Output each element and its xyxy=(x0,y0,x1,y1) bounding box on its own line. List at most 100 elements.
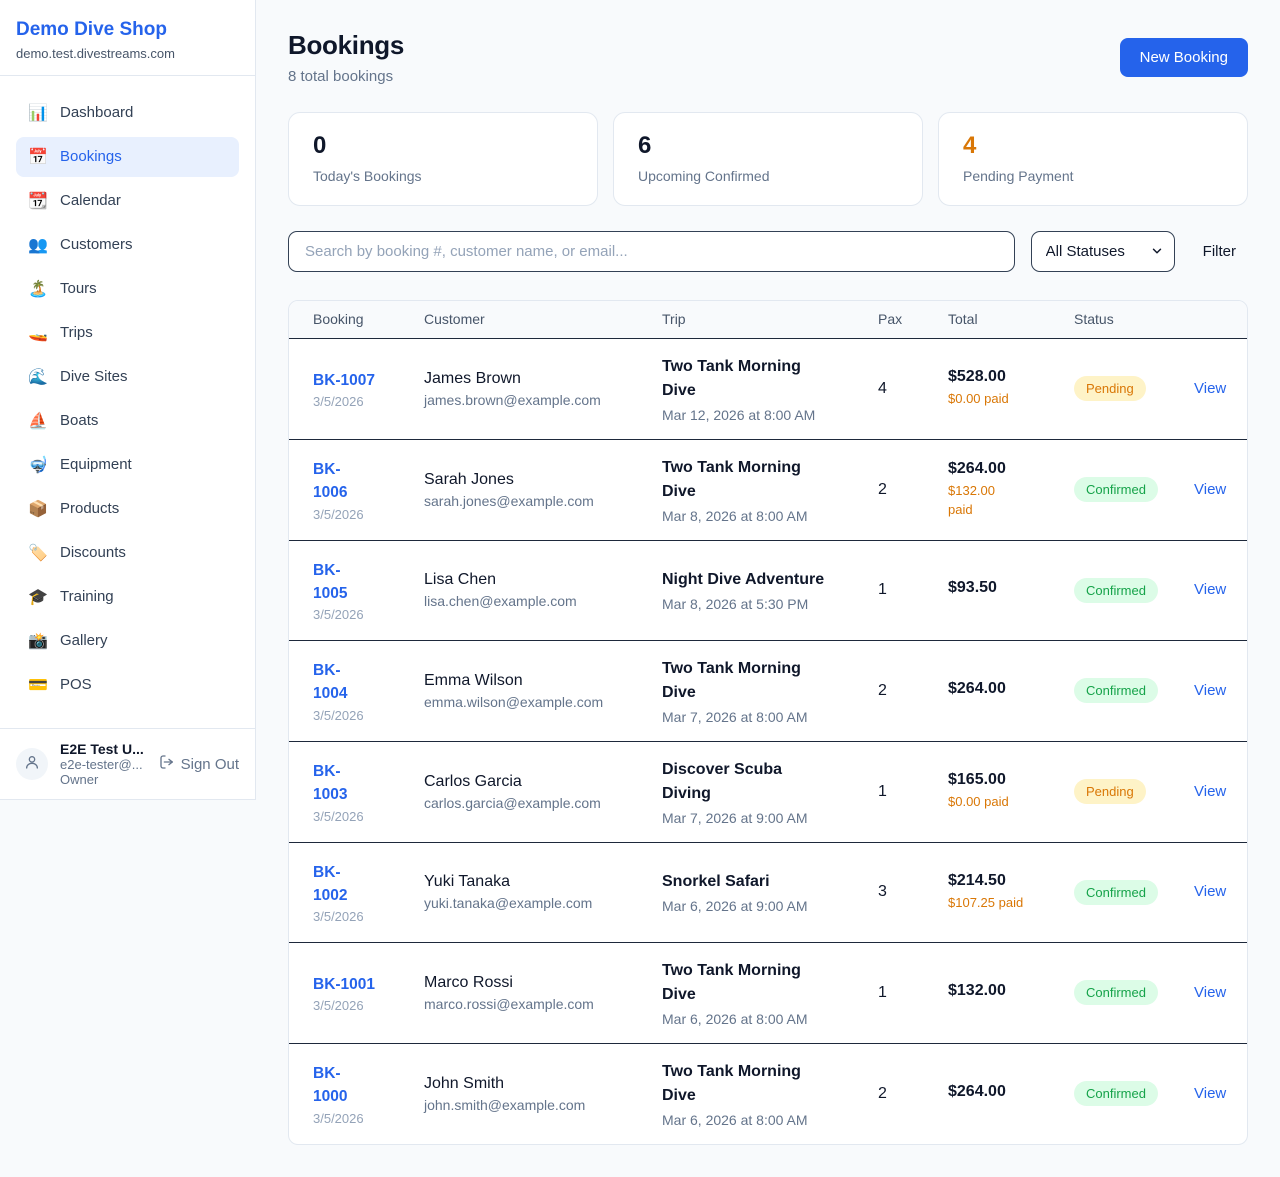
sidebar-item-pos[interactable]: 💳 POS xyxy=(16,665,239,705)
customer-email: emma.wilson@example.com xyxy=(424,694,662,710)
booking-id-link[interactable]: BK- 1004 xyxy=(313,659,347,706)
main-content: Bookings 8 total bookings New Booking 0 … xyxy=(256,0,1280,1177)
trip-name: Two Tank Morning Dive xyxy=(662,657,878,705)
total-cell: $214.50 $107.25 paid xyxy=(948,872,1074,913)
sidebar-item-trips[interactable]: 🚤 Trips xyxy=(16,313,239,353)
pax-cell: 3 xyxy=(878,883,948,901)
nav-icon: 📸 xyxy=(28,631,48,651)
nav-icon: 🤿 xyxy=(28,455,48,475)
sidebar-item-calendar[interactable]: 📆 Calendar xyxy=(16,181,239,221)
booking-id-link[interactable]: BK- 1003 xyxy=(313,760,347,807)
actions-cell: View xyxy=(1194,883,1223,901)
customer-name: John Smith xyxy=(424,1075,662,1093)
sidebar-item-label: Bookings xyxy=(60,148,122,165)
table-body: BK-1007 3/5/2026 James Brown james.brown… xyxy=(289,339,1247,1144)
sidebar-item-bookings[interactable]: 📅 Bookings xyxy=(16,137,239,177)
actions-cell: View xyxy=(1194,1085,1223,1103)
user-icon xyxy=(24,754,40,775)
sidebar-item-equipment[interactable]: 🤿 Equipment xyxy=(16,445,239,485)
status-select-wrap: All Statuses xyxy=(1031,231,1175,272)
sidebar-item-training[interactable]: 🎓 Training xyxy=(16,577,239,617)
customer-cell: Carlos Garcia carlos.garcia@example.com xyxy=(424,773,662,811)
sign-out-button[interactable]: Sign Out xyxy=(159,754,239,774)
table-row: BK- 1000 3/5/2026 John Smith john.smith@… xyxy=(289,1043,1247,1144)
total-cell: $132.00 xyxy=(948,982,1074,1004)
sidebar: Demo Dive Shop demo.test.divestreams.com… xyxy=(0,0,256,800)
total-amount: $93.50 xyxy=(948,579,1074,597)
view-link[interactable]: View xyxy=(1194,984,1226,1001)
customer-cell: Lisa Chen lisa.chen@example.com xyxy=(424,571,662,609)
new-booking-button[interactable]: New Booking xyxy=(1120,38,1248,77)
table-row: BK-1001 3/5/2026 Marco Rossi marco.rossi… xyxy=(289,942,1247,1043)
nav-icon: 👥 xyxy=(28,235,48,255)
sidebar-item-boats[interactable]: ⛵ Boats xyxy=(16,401,239,441)
user-name: E2E Test U... xyxy=(60,741,144,757)
sidebar-item-label: Equipment xyxy=(60,456,132,473)
status-cell: Confirmed xyxy=(1074,1081,1194,1106)
page-subtitle: 8 total bookings xyxy=(288,68,404,85)
sidebar-item-customers[interactable]: 👥 Customers xyxy=(16,225,239,265)
view-link[interactable]: View xyxy=(1194,783,1226,800)
filter-bar: All Statuses Filter xyxy=(288,231,1248,272)
search-input[interactable] xyxy=(288,231,1015,272)
booking-date: 3/5/2026 xyxy=(313,1111,424,1126)
total-amount: $264.00 xyxy=(948,1083,1074,1101)
amount-paid: $0.00 paid xyxy=(948,390,1074,409)
booking-id-link[interactable]: BK-1007 xyxy=(313,369,375,392)
actions-cell: View xyxy=(1194,481,1223,499)
filter-button[interactable]: Filter xyxy=(1191,235,1248,268)
stat-value: 0 xyxy=(313,132,573,161)
brand-link[interactable]: Demo Dive Shop xyxy=(16,18,239,42)
nav-icon: 📊 xyxy=(28,103,48,123)
table-header-row: Booking Customer Trip Pax Total Status xyxy=(289,301,1247,339)
stat-value: 6 xyxy=(638,132,898,161)
customer-name: Yuki Tanaka xyxy=(424,873,662,891)
nav-icon: 📆 xyxy=(28,191,48,211)
customer-email: john.smith@example.com xyxy=(424,1097,662,1113)
view-link[interactable]: View xyxy=(1194,581,1226,598)
sidebar-item-label: Boats xyxy=(60,412,98,429)
booking-cell: BK- 1003 3/5/2026 xyxy=(313,760,424,824)
booking-id-link[interactable]: BK- 1005 xyxy=(313,559,347,606)
sidebar-item-label: Gallery xyxy=(60,632,108,649)
sidebar-item-tours[interactable]: 🏝️ Tours xyxy=(16,269,239,309)
trip-name: Snorkel Safari xyxy=(662,870,878,894)
booking-cell: BK- 1000 3/5/2026 xyxy=(313,1062,424,1126)
booking-cell: BK- 1002 3/5/2026 xyxy=(313,861,424,925)
status-badge: Confirmed xyxy=(1074,1081,1158,1106)
column-header-customer: Customer xyxy=(424,311,662,327)
sidebar-item-discounts[interactable]: 🏷️ Discounts xyxy=(16,533,239,573)
page-header: Bookings 8 total bookings New Booking xyxy=(288,30,1248,85)
table-row: BK-1007 3/5/2026 James Brown james.brown… xyxy=(289,339,1247,439)
trip-cell: Snorkel Safari Mar 6, 2026 at 9:00 AM xyxy=(662,870,878,914)
status-badge: Confirmed xyxy=(1074,678,1158,703)
booking-id-link[interactable]: BK- 1000 xyxy=(313,1062,347,1109)
nav-icon: 🏷️ xyxy=(28,543,48,563)
sidebar-item-gallery[interactable]: 📸 Gallery xyxy=(16,621,239,661)
status-select[interactable]: All Statuses xyxy=(1031,231,1175,272)
brand-block: Demo Dive Shop demo.test.divestreams.com xyxy=(0,0,255,76)
view-link[interactable]: View xyxy=(1194,481,1226,498)
trip-name: Two Tank Morning Dive xyxy=(662,959,878,1007)
total-amount: $132.00 xyxy=(948,982,1074,1000)
booking-id-link[interactable]: BK-1001 xyxy=(313,973,375,996)
booking-id-link[interactable]: BK- 1002 xyxy=(313,861,347,908)
customer-cell: Sarah Jones sarah.jones@example.com xyxy=(424,471,662,509)
total-cell: $528.00 $0.00 paid xyxy=(948,368,1074,409)
column-header-pax: Pax xyxy=(878,311,948,327)
nav-icon: 📦 xyxy=(28,499,48,519)
sidebar-item-dive-sites[interactable]: 🌊 Dive Sites xyxy=(16,357,239,397)
view-link[interactable]: View xyxy=(1194,1085,1226,1102)
sidebar-item-products[interactable]: 📦 Products xyxy=(16,489,239,529)
trip-name: Discover Scuba Diving xyxy=(662,758,878,806)
view-link[interactable]: View xyxy=(1194,883,1226,900)
customer-email: yuki.tanaka@example.com xyxy=(424,895,662,911)
trip-cell: Two Tank Morning Dive Mar 12, 2026 at 8:… xyxy=(662,355,878,423)
sidebar-item-dashboard[interactable]: 📊 Dashboard xyxy=(16,93,239,133)
status-cell: Confirmed xyxy=(1074,578,1194,603)
booking-id-link[interactable]: BK- 1006 xyxy=(313,458,347,505)
status-badge: Confirmed xyxy=(1074,980,1158,1005)
view-link[interactable]: View xyxy=(1194,380,1226,397)
view-link[interactable]: View xyxy=(1194,682,1226,699)
nav-icon: 📅 xyxy=(28,147,48,167)
